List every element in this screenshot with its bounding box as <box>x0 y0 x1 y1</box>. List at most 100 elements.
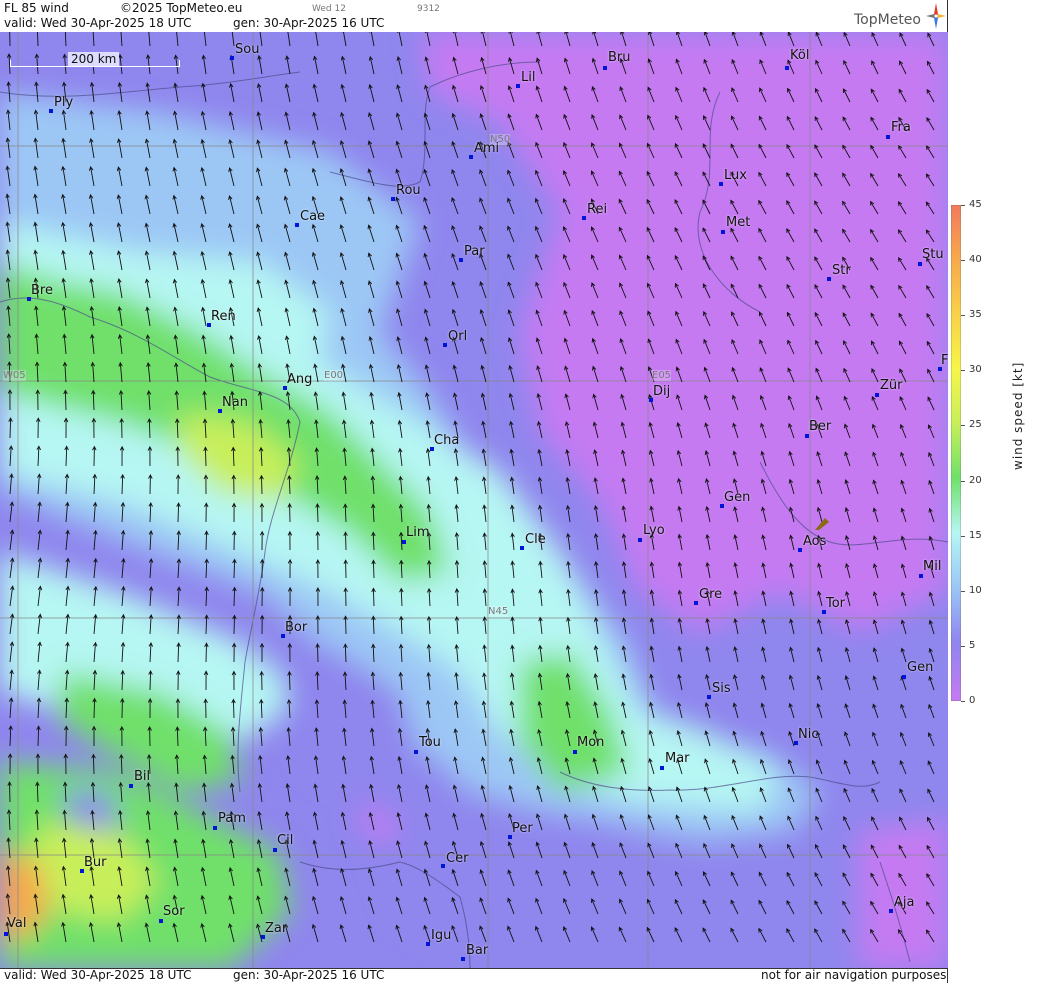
city-label-par[interactable]: Par <box>464 244 485 259</box>
city-label-cha[interactable]: Cha <box>434 433 459 448</box>
city-label-bre[interactable]: Bre <box>31 283 53 298</box>
generated-time: gen: 30-Apr-2025 16 UTC <box>233 16 385 30</box>
brand-logo: TopMeteo <box>854 12 921 28</box>
city-label-kol[interactable]: Köl <box>790 48 809 63</box>
colorbar-tick-label: 10 <box>969 585 982 596</box>
city-label-tou[interactable]: Tou <box>419 735 441 750</box>
colorbar-tick-label: 35 <box>969 309 982 320</box>
city-label-sis[interactable]: Sis <box>712 681 731 696</box>
city-label-mon[interactable]: Mon <box>577 735 604 750</box>
city-label-rou[interactable]: Rou <box>396 183 421 198</box>
wind-speed-field <box>0 32 948 969</box>
city-label-aos[interactable]: Aos <box>803 534 826 549</box>
city-marker <box>805 434 809 438</box>
city-label-per[interactable]: Per <box>512 821 533 836</box>
city-label-zar[interactable]: Zar <box>265 921 287 936</box>
city-marker <box>902 675 906 679</box>
city-label-gen-2[interactable]: Gen <box>907 660 933 675</box>
city-label-f[interactable]: F <box>941 353 948 368</box>
city-marker <box>414 750 418 754</box>
city-label-ber[interactable]: Ber <box>809 419 831 434</box>
city-marker <box>719 182 723 186</box>
wind-speed-colorbar <box>951 205 961 701</box>
colorbar-tick-label: 25 <box>969 419 982 430</box>
code-label-small: 9312 <box>417 4 440 14</box>
city-marker <box>391 197 395 201</box>
city-marker <box>886 135 890 139</box>
footer-disclaimer: not for air navigation purposes <box>761 968 947 982</box>
city-label-zur[interactable]: Zür <box>880 378 903 393</box>
colorbar-tick-mark <box>961 315 965 316</box>
wind-barb-marker-icon <box>815 518 829 530</box>
tab-label-small: Wed 12 <box>312 4 346 14</box>
city-label-dij[interactable]: Dij <box>653 384 670 399</box>
city-marker <box>49 109 53 113</box>
city-label-bil[interactable]: Bil <box>134 769 150 784</box>
city-marker <box>441 864 445 868</box>
city-label-cil[interactable]: Cil <box>277 833 293 848</box>
grid-label-e05: E05 <box>652 370 672 381</box>
city-label-nan[interactable]: Nan <box>222 395 248 410</box>
city-label-aja[interactable]: Aja <box>894 895 914 910</box>
compass-star-icon <box>926 3 946 29</box>
city-label-cer[interactable]: Cer <box>446 851 468 866</box>
city-label-lil[interactable]: Lil <box>521 70 535 85</box>
city-label-orl[interactable]: Orl <box>448 329 467 344</box>
city-marker <box>459 258 463 262</box>
city-marker <box>520 546 524 550</box>
city-marker <box>707 695 711 699</box>
colorbar-tick-mark <box>961 205 965 206</box>
city-marker <box>159 919 163 923</box>
city-marker <box>230 56 234 60</box>
city-marker <box>918 262 922 266</box>
city-label-cle[interactable]: Cle <box>525 532 546 547</box>
city-marker <box>402 540 406 544</box>
city-label-igu[interactable]: Igu <box>431 928 451 943</box>
city-marker <box>798 548 802 552</box>
city-marker <box>827 277 831 281</box>
city-label-ang[interactable]: Ang <box>287 372 312 387</box>
colorbar-tick-mark <box>961 701 965 702</box>
city-marker <box>461 957 465 961</box>
city-label-ply[interactable]: Ply <box>54 95 73 110</box>
city-label-sor[interactable]: Sor <box>163 904 185 919</box>
city-label-met[interactable]: Met <box>726 215 750 230</box>
city-label-bar[interactable]: Bar <box>466 943 488 958</box>
city-label-lim[interactable]: Lim <box>406 525 430 540</box>
city-label-ami[interactable]: Ami <box>474 141 499 156</box>
city-label-pam[interactable]: Pam <box>218 811 246 826</box>
city-label-lyo[interactable]: Lyo <box>643 523 665 538</box>
city-label-mar[interactable]: Mar <box>665 751 690 766</box>
city-label-fra[interactable]: Fra <box>891 120 911 135</box>
city-label-tor[interactable]: Tor <box>826 596 845 611</box>
city-label-rei[interactable]: Rei <box>587 202 607 217</box>
city-marker <box>129 784 133 788</box>
city-marker <box>785 66 789 70</box>
city-label-val[interactable]: Val <box>7 916 26 931</box>
city-label-bur[interactable]: Bur <box>84 855 107 870</box>
city-marker <box>721 230 725 234</box>
grid-label-n45: N45 <box>488 606 509 617</box>
city-label-nic[interactable]: Nic <box>798 727 818 742</box>
city-label-ren[interactable]: Ren <box>211 309 236 324</box>
city-label-gre[interactable]: Gre <box>699 587 722 602</box>
city-label-lux[interactable]: Lux <box>724 168 747 183</box>
city-label-bor[interactable]: Bor <box>285 620 307 635</box>
colorbar-tick-mark <box>961 646 965 647</box>
city-label-str[interactable]: Str <box>832 263 851 278</box>
city-marker <box>426 942 430 946</box>
footer-generated-time: gen: 30-Apr-2025 16 UTC <box>233 968 385 982</box>
wind-map[interactable]: 200 km N50 E00 W05 E05 N45 Sou Ply Lil B… <box>0 32 948 969</box>
colorbar-tick-label: 40 <box>969 254 982 265</box>
city-label-mil[interactable]: Mil <box>923 559 941 574</box>
grid-label-e00: E00 <box>324 370 344 381</box>
colorbar-tick-mark <box>961 536 965 537</box>
city-label-sou[interactable]: Sou <box>235 42 259 57</box>
city-label-bru[interactable]: Bru <box>608 50 631 65</box>
colorbar-tick-mark <box>961 591 965 592</box>
city-label-gen[interactable]: Gen <box>724 490 750 505</box>
city-label-cae[interactable]: Cae <box>300 209 325 224</box>
colorbar-tick-label: 30 <box>969 364 982 375</box>
colorbar-tick-mark <box>961 260 965 261</box>
city-label-stu[interactable]: Stu <box>922 247 944 262</box>
